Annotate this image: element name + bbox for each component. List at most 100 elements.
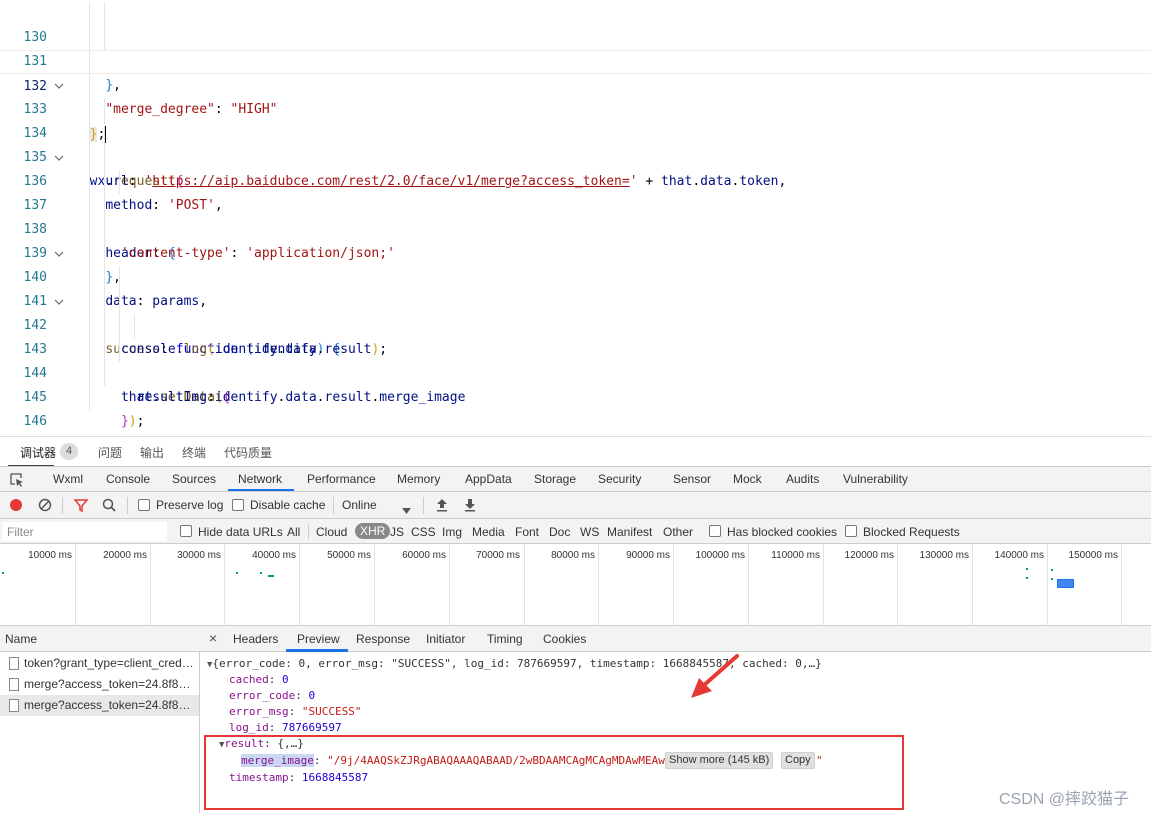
tab-memory[interactable]: Memory	[397, 472, 440, 486]
code-editor[interactable]: 130 }, 131 "merge_degree": "HIGH" 132 };…	[0, 0, 1151, 436]
timeline-tick: 20000 ms	[103, 550, 147, 561]
filter-type-doc[interactable]: Doc	[549, 525, 570, 539]
tab-performance[interactable]: Performance	[307, 472, 376, 486]
timeline-tick: 120000 ms	[844, 550, 894, 561]
active-tab-indicator	[228, 489, 294, 491]
export-har-icon[interactable]	[464, 498, 476, 515]
has-blocked-cookies-checkbox[interactable]	[709, 525, 721, 537]
tab-problems[interactable]: 问题	[98, 444, 122, 461]
caret-down-icon[interactable]	[402, 503, 411, 517]
tab-security[interactable]: Security	[598, 472, 641, 486]
timeline-tick: 40000 ms	[252, 550, 296, 561]
timeline-tick: 150000 ms	[1068, 550, 1118, 561]
code-line[interactable]: 147 },	[0, 410, 1151, 434]
request-row[interactable]: merge?access_token=24.8f8c6...	[0, 674, 199, 695]
tab-storage[interactable]: Storage	[534, 472, 576, 486]
filter-type-other[interactable]: Other	[663, 525, 693, 539]
close-icon[interactable]: ×	[209, 630, 217, 646]
chevron-down-icon[interactable]	[54, 146, 64, 161]
record-icon[interactable]	[9, 498, 23, 515]
code-line[interactable]: 140 success: function (identify) {	[0, 242, 1151, 357]
tab-cookies[interactable]: Cookies	[543, 632, 586, 646]
tab-code-quality[interactable]: 代码质量	[224, 444, 272, 461]
filter-type-js[interactable]: JS	[390, 525, 404, 539]
tab-network[interactable]: Network	[238, 472, 282, 486]
code-line[interactable]: 130 },	[0, 2, 1151, 93]
tab-sensor[interactable]: Sensor	[673, 472, 711, 486]
tab-audits[interactable]: Audits	[786, 472, 819, 486]
code-line[interactable]: 137 'content-type': 'application/json;'	[0, 170, 1151, 261]
code-line-current[interactable]: 132 };	[0, 50, 1151, 143]
tab-terminal[interactable]: 终端	[182, 444, 206, 461]
tab-debugger[interactable]: 调试器	[20, 444, 56, 461]
tab-wxml[interactable]: Wxml	[53, 472, 83, 486]
debugger-count-badge: 4	[60, 443, 78, 460]
inspect-element-icon[interactable]	[9, 472, 25, 491]
tab-appdata[interactable]: AppData	[465, 472, 512, 486]
chevron-down-icon[interactable]	[54, 74, 64, 89]
code-line[interactable]: 144 });	[0, 338, 1151, 429]
request-name: token?grant_type=client_credentials	[24, 656, 196, 670]
code-line[interactable]: 131 "merge_degree": "HIGH"	[0, 26, 1151, 117]
code-line[interactable]: 134 url: 'https://aip.baidubce.com/rest/…	[0, 98, 1151, 189]
filter-type-css[interactable]: CSS	[411, 525, 436, 539]
tab-headers[interactable]: Headers	[233, 632, 278, 646]
throttle-select[interactable]: Online	[342, 498, 377, 512]
request-row[interactable]: token?grant_type=client_credentials	[0, 653, 199, 674]
filter-type-manifest[interactable]: Manifest	[607, 525, 652, 539]
request-row-selected[interactable]: merge?access_token=24.8f8c6...	[0, 695, 199, 716]
tab-console[interactable]: Console	[106, 472, 150, 486]
code-line[interactable]: 133 wx.request({	[0, 74, 1151, 189]
timeline-tick: 130000 ms	[919, 550, 969, 561]
code-line[interactable]: 136 header: {	[0, 146, 1151, 261]
filter-input[interactable]	[2, 522, 167, 541]
code-line[interactable]: 139 data: params,	[0, 218, 1151, 309]
code-line[interactable]: 142 that.setData({	[0, 290, 1151, 405]
preview-row: cached: 0	[229, 673, 289, 686]
filter-bar: Hide data URLs All Cloud XHR JS CSS Img …	[0, 519, 1151, 544]
has-blocked-cookies-label: Has blocked cookies	[727, 525, 838, 539]
preview-row: log_id: 787669597	[229, 721, 342, 734]
blocked-requests-checkbox[interactable]	[845, 525, 857, 537]
timeline-selection-bar[interactable]	[1057, 579, 1074, 588]
chevron-down-icon[interactable]	[54, 290, 64, 305]
clear-icon[interactable]	[38, 498, 52, 515]
hide-data-urls-checkbox[interactable]	[180, 525, 192, 537]
code-line[interactable]: 143 resultImg:identify.data.result.merge…	[0, 314, 1151, 405]
preview-row: error_code: 0	[229, 689, 316, 702]
search-icon[interactable]	[102, 498, 116, 515]
tab-response[interactable]: Response	[356, 632, 410, 646]
code-line[interactable]: 141 console.log(identify.data.result);	[0, 266, 1151, 357]
tab-output[interactable]: 输出	[140, 444, 164, 461]
chevron-down-icon[interactable]	[54, 242, 64, 257]
devtools-tab-bar: Wxml Console Sources Network Performance…	[0, 466, 1151, 492]
tab-preview[interactable]: Preview	[297, 632, 340, 646]
code-line[interactable]: 145 }	[0, 362, 1151, 405]
tab-sources[interactable]: Sources	[172, 472, 216, 486]
filter-icon[interactable]	[73, 498, 89, 515]
tab-mock[interactable]: Mock	[733, 472, 762, 486]
filter-type-media[interactable]: Media	[472, 525, 505, 539]
timeline-tick: 90000 ms	[626, 550, 670, 561]
preserve-log-label: Preserve log	[156, 498, 224, 512]
network-overview-timeline[interactable]: 10000 ms 20000 ms 30000 ms 40000 ms 5000…	[0, 544, 1151, 626]
name-column-header[interactable]: Name	[0, 626, 200, 652]
filter-type-img[interactable]: Img	[442, 525, 462, 539]
filter-type-xhr[interactable]: XHR	[355, 523, 391, 539]
preserve-log-checkbox[interactable]	[138, 499, 150, 511]
timeline-tick: 60000 ms	[402, 550, 446, 561]
tab-timing[interactable]: Timing	[487, 632, 523, 646]
disable-cache-checkbox[interactable]	[232, 499, 244, 511]
tab-vulnerability[interactable]: Vulnerability	[843, 472, 908, 486]
code-line[interactable]: 135 method: 'POST',	[0, 122, 1151, 213]
code-line[interactable]: 146 })	[0, 386, 1151, 429]
filter-type-font[interactable]: Font	[515, 525, 539, 539]
import-har-icon[interactable]	[436, 498, 448, 515]
filter-type-ws[interactable]: WS	[580, 525, 599, 539]
filter-type-all[interactable]: All	[287, 525, 300, 539]
timeline-tick: 80000 ms	[551, 550, 595, 561]
tab-initiator[interactable]: Initiator	[426, 632, 465, 646]
blocked-requests-label: Blocked Requests	[863, 525, 960, 539]
filter-type-cloud[interactable]: Cloud	[316, 525, 347, 539]
code-line[interactable]: 138 },	[0, 194, 1151, 285]
